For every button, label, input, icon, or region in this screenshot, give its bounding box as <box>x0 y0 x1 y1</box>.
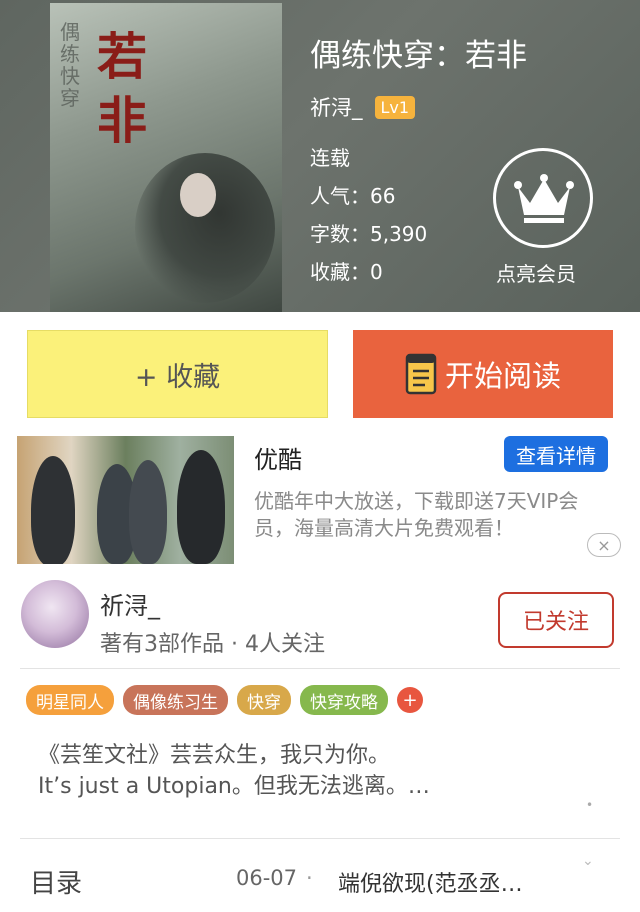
start-reading-button[interactable]: 开始阅读 <box>353 330 613 418</box>
cover-subtitle: 偶练快穿 <box>60 20 80 110</box>
ad-close-button[interactable]: × <box>587 533 621 557</box>
ad-person <box>31 456 75 564</box>
latest-chapter-link[interactable]: 端倪欲现(范丞丞… <box>338 866 523 898</box>
popularity-text: 人气：66 <box>310 184 396 208</box>
add-tag-button[interactable]: + <box>397 687 423 713</box>
description-line: It’s just a Utopian。但我无法逃离。… <box>38 774 430 799</box>
author-name[interactable]: 祈浔_ <box>310 92 363 122</box>
crown-icon <box>514 174 574 223</box>
catalog-button[interactable]: 目录 <box>30 863 82 900</box>
author-meta: 著有3部作品 · 4人关注 <box>100 632 325 657</box>
description-line: 《芸笙文社》芸芸众生，我只为你。 <box>38 743 391 768</box>
tag-item[interactable]: 明星同人 <box>26 685 114 715</box>
catalog-label: 目录 <box>30 869 83 899</box>
ad-image[interactable] <box>17 436 234 564</box>
tag-item[interactable]: 偶像练习生 <box>123 685 228 715</box>
ad-person <box>177 450 225 564</box>
book-description[interactable]: 《芸笙文社》芸芸众生，我只为你。 It’s just a Utopian。但我无… <box>38 740 598 802</box>
word-count-text: 字数：5,390 <box>310 222 428 246</box>
author-avatar[interactable] <box>21 580 89 648</box>
book-cover[interactable]: 偶练快穿 若非 <box>50 3 282 312</box>
status-text: 连载 <box>310 146 350 170</box>
chevron-down-icon: ⌄ <box>582 853 594 869</box>
favorites-text: 收藏：0 <box>310 260 383 284</box>
book-title: 偶练快穿：若非 <box>310 38 527 74</box>
vip-label[interactable]: 点亮会员 <box>496 258 576 287</box>
ad-detail-button[interactable]: 查看详情 <box>504 436 608 472</box>
ad-title: 优酷 <box>254 446 302 474</box>
ad-description: 优酷年中大放送，下载即送7天VIP会员，海量高清大片免费观看！ <box>254 489 579 540</box>
cover-title: 若非 <box>97 27 147 150</box>
level-badge: Lv1 <box>374 95 416 119</box>
start-reading-label: 开始阅读 <box>444 359 561 393</box>
footer-separator: · <box>306 866 313 890</box>
expand-dot-icon: • <box>586 798 594 812</box>
add-favorite-button[interactable]: + 收藏 <box>27 330 328 418</box>
divider <box>20 838 620 839</box>
tag-list: 明星同人 偶像练习生 快穿 快穿攻略 + <box>26 685 423 715</box>
book-header: 偶练快穿 若非 偶练快穿：若非 祈浔_ Lv1 连载 人气：66 字数：5,39… <box>0 0 640 312</box>
vip-button[interactable] <box>493 148 593 248</box>
tag-item[interactable]: 快穿攻略 <box>300 685 388 715</box>
follow-button[interactable]: 已关注 <box>498 592 614 648</box>
ad-person <box>129 460 167 564</box>
latest-chapter-date: 06-07 <box>236 866 298 890</box>
author-line: 祈浔_ Lv1 <box>310 92 416 122</box>
cover-face <box>180 173 216 217</box>
book-icon <box>405 353 437 395</box>
tag-item[interactable]: 快穿 <box>237 685 291 715</box>
author-profile-name[interactable]: 祈浔_ <box>100 586 160 621</box>
divider <box>20 668 620 669</box>
